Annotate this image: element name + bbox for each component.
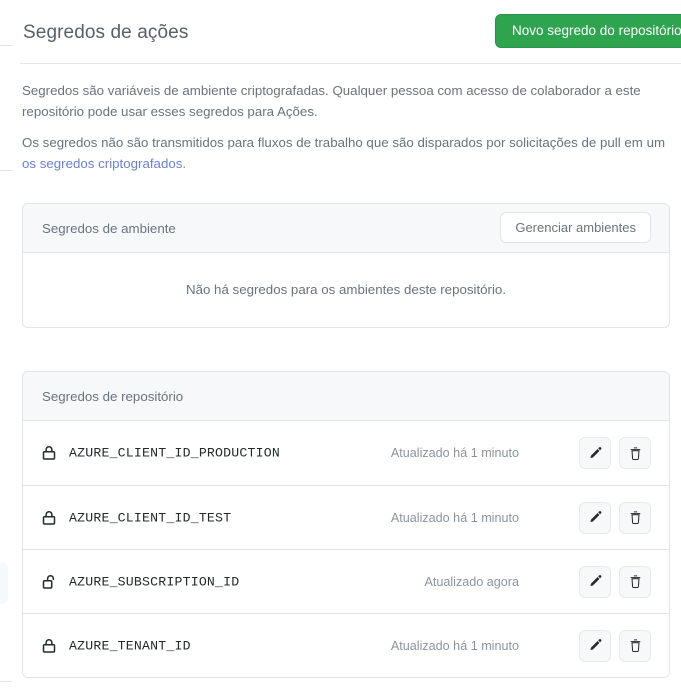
- edit-secret-button[interactable]: [579, 501, 611, 534]
- new-repository-secret-button[interactable]: Novo segredo do repositório: [495, 14, 681, 48]
- row-actions: [579, 629, 651, 662]
- environment-secrets-header: Segredos de ambiente Gerenciar ambientes: [23, 204, 669, 253]
- description-link-line: os segredos criptografados.: [22, 153, 670, 174]
- delete-secret-button[interactable]: [619, 565, 651, 598]
- pencil-icon: [588, 446, 603, 461]
- environment-secrets-title: Segredos de ambiente: [42, 221, 176, 236]
- lock-open-icon: [40, 573, 58, 591]
- manage-environments-button[interactable]: Gerenciar ambientes: [500, 212, 651, 243]
- repository-secrets-list: AZURE_CLIENT_ID_PRODUCTION Atualizado há …: [23, 421, 669, 677]
- description-paragraph-1: Segredos são variáveis de ambiente cript…: [22, 83, 641, 119]
- lock-closed-icon: [40, 444, 58, 462]
- page-header: Segredos de ações Novo segredo do reposi…: [20, 0, 681, 64]
- trash-icon: [628, 446, 643, 461]
- page-edge-fragment: [0, 562, 8, 604]
- table-row: AZURE_TENANT_ID Atualizado há 1 minuto: [23, 613, 669, 677]
- page-title: Segredos de ações: [23, 22, 189, 43]
- repository-secrets-card: Segredos de repositório AZURE_CLIENT_ID_…: [22, 371, 670, 678]
- page-edge-fragment: [0, 170, 12, 171]
- edit-secret-button[interactable]: [579, 629, 611, 662]
- lock-closed-icon: [40, 637, 58, 655]
- delete-secret-button[interactable]: [619, 629, 651, 662]
- repository-secrets-header: Segredos de repositório: [23, 372, 669, 421]
- trash-icon: [628, 638, 643, 653]
- trash-icon: [628, 510, 643, 525]
- pencil-icon: [588, 574, 603, 589]
- environment-secrets-card: Segredos de ambiente Gerenciar ambientes…: [22, 203, 670, 328]
- trash-icon: [628, 574, 643, 589]
- secret-updated-time: Atualizado há 1 minuto: [390, 510, 519, 525]
- table-row: AZURE_CLIENT_ID_PRODUCTION Atualizado há …: [23, 421, 669, 485]
- table-row: AZURE_CLIENT_ID_TEST Atualizado há 1 minu…: [23, 485, 669, 549]
- secret-updated-time: Atualizado agora: [424, 574, 519, 589]
- secret-name: AZURE_CLIENT_ID_TEST: [69, 510, 232, 525]
- secret-name: AZURE_TENANT_ID: [69, 638, 191, 653]
- page-edge-fragment: [0, 45, 12, 46]
- row-actions: [579, 565, 651, 598]
- secret-updated-time: Atualizado há 1 minuto: [390, 446, 519, 460]
- page-edge-fragment: [0, 681, 12, 682]
- row-actions: [579, 501, 651, 534]
- description-paragraph-2: Os segredos não são transmitidos para fl…: [22, 132, 681, 153]
- edit-secret-button[interactable]: [579, 437, 611, 469]
- lock-closed-icon: [40, 509, 58, 527]
- row-actions: [579, 437, 651, 469]
- pencil-icon: [588, 638, 603, 653]
- secret-updated-time: Atualizado há 1 minuto: [390, 638, 519, 653]
- actions-secrets-page: Segredos de ações Novo segredo do reposi…: [0, 0, 681, 693]
- table-row: AZURE_SUBSCRIPTION_ID Atualizado agora: [23, 549, 669, 613]
- edit-secret-button[interactable]: [579, 565, 611, 598]
- description-paragraph-2-text: Os segredos não são transmitidos para fl…: [22, 135, 666, 150]
- delete-secret-button[interactable]: [619, 437, 651, 469]
- environment-secrets-empty-message: Não há segredos para os ambientes deste …: [185, 282, 507, 297]
- description-block: Segredos são variáveis de ambiente cript…: [22, 80, 670, 184]
- secret-name: AZURE_CLIENT_ID_PRODUCTION: [69, 445, 280, 461]
- repository-secrets-title: Segredos de repositório: [42, 389, 184, 404]
- header-divider: [20, 63, 681, 64]
- secret-name: AZURE_SUBSCRIPTION_ID: [69, 574, 240, 589]
- pencil-icon: [588, 510, 603, 525]
- delete-secret-button[interactable]: [619, 501, 651, 534]
- encrypted-secrets-link[interactable]: os segredos criptografados.: [22, 156, 186, 171]
